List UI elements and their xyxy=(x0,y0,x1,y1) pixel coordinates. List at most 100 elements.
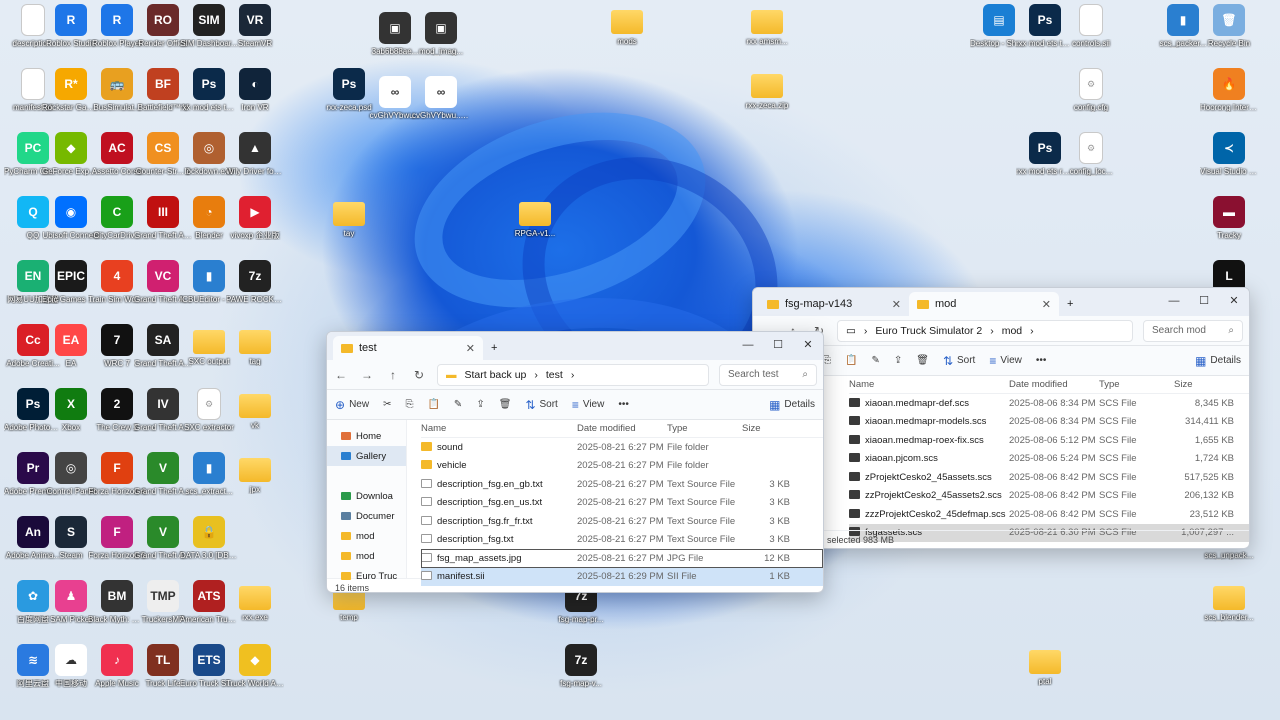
sidebar-item[interactable]: Downloa xyxy=(327,486,406,506)
paste-icon[interactable]: 📋 xyxy=(845,355,857,366)
breadcrumb-item[interactable]: Start back up xyxy=(465,369,527,381)
sidebar-item[interactable]: mod xyxy=(327,526,406,546)
desktop-icon[interactable]: ≺ Visual Studio Code xyxy=(1200,132,1258,176)
desktop-icon[interactable]: RPGA-v1... xyxy=(506,196,564,238)
search-input[interactable]: Search test ⌕ xyxy=(719,363,817,386)
new-button[interactable]: ⊕ New xyxy=(335,398,369,412)
table-row[interactable]: xiaoan.medmap-roex-fix.scs 2025-08-06 5:1… xyxy=(849,431,1249,450)
breadcrumb[interactable]: ▬ Start back up › test › xyxy=(437,363,709,386)
table-row[interactable]: description_fsg.fr_fr.txt 2025-08-21 6:27… xyxy=(421,512,823,531)
close-tab-icon[interactable]: ✕ xyxy=(892,298,901,311)
rename-icon[interactable]: ✎ xyxy=(871,355,879,366)
column-header-size[interactable]: Size xyxy=(742,423,790,434)
desktop-icon[interactable]: ▶ vivoxp 企业版 xyxy=(226,196,284,240)
minimize-button[interactable]: — xyxy=(1159,288,1189,316)
view-button[interactable]: ≡ View xyxy=(572,398,605,412)
desktop-icon[interactable]: 🗑 Recycle Bin xyxy=(1200,4,1258,48)
tab-test[interactable]: test ✕ xyxy=(333,336,483,360)
copy-icon[interactable]: ⎘ xyxy=(823,355,831,366)
breadcrumb[interactable]: ▭ › Euro Truck Simulator 2 › mod › xyxy=(837,319,1133,342)
desktop-icon[interactable]: vk xyxy=(226,388,284,430)
column-header-size[interactable]: Size xyxy=(1174,379,1234,390)
breadcrumb-item[interactable]: test xyxy=(546,369,563,381)
delete-icon[interactable]: 🗑 xyxy=(499,399,512,410)
explorer-window-mod[interactable]: fsg-map-v143 ✕ mod ✕ + — ☐ ✕ ← ↑ ↻ ▭ › E… xyxy=(752,287,1250,549)
table-row[interactable]: xiaoan.pjcom.scs 2025-08-06 5:24 PM SCS Fi… xyxy=(849,450,1249,469)
column-header-date[interactable]: Date modified xyxy=(577,423,667,434)
search-input[interactable]: Search mod ⌕ xyxy=(1143,319,1243,342)
table-row[interactable]: sound 2025-08-21 6:27 PM File folder xyxy=(421,438,823,457)
desktop-icon[interactable]: ⚙ config_loc... xyxy=(1062,132,1120,176)
new-tab-button[interactable]: + xyxy=(483,336,505,360)
share-icon[interactable]: ⇪ xyxy=(476,399,484,410)
desktop-icon[interactable]: VR SteamVR xyxy=(226,4,284,48)
sidebar-item[interactable]: Home xyxy=(327,426,406,446)
table-row[interactable]: xiaoan.medmapr-def.scs 2025-08-06 8:34 PM… xyxy=(849,394,1249,413)
paste-icon[interactable]: 📋 xyxy=(427,399,439,410)
table-row[interactable]: fsg_map_assets.jpg 2025-08-21 6:27 PM JPG … xyxy=(421,549,823,568)
column-header-type[interactable]: Type xyxy=(667,423,742,434)
desktop-icon[interactable]: tay xyxy=(320,196,378,238)
minimize-button[interactable]: — xyxy=(733,332,763,360)
maximize-button[interactable]: ☐ xyxy=(1189,288,1219,316)
table-row[interactable]: vehicle 2025-08-21 6:27 PM File folder xyxy=(421,457,823,476)
details-button[interactable]: ▦ Details xyxy=(769,398,815,412)
desktop-icon[interactable]: rxx amsm... xyxy=(738,4,796,46)
rename-icon[interactable]: ✎ xyxy=(454,399,462,410)
share-icon[interactable]: ⇪ xyxy=(894,355,902,366)
desktop-icon[interactable]: rxx-zeca.zip xyxy=(738,68,796,110)
table-row[interactable]: description_fsg.en_us.txt 2025-08-21 6:27… xyxy=(421,494,823,513)
table-row[interactable]: description_fsg.en_gb.txt 2025-08-21 6:27… xyxy=(421,475,823,494)
details-button[interactable]: ▦ Details xyxy=(1195,354,1241,368)
column-header-name[interactable]: Name xyxy=(849,379,1009,390)
table-row[interactable]: zzzProjektCesko2_45defmap.scs 2025-08-06 … xyxy=(849,505,1249,524)
sidebar-item[interactable]: Gallery xyxy=(327,446,406,466)
desktop-icon[interactable]: jpx xyxy=(226,452,284,494)
back-arrow-icon[interactable]: ← xyxy=(333,368,349,382)
cut-icon[interactable]: ✂ xyxy=(383,399,391,410)
desktop-icon[interactable]: rxx.exe xyxy=(226,580,284,622)
delete-icon[interactable]: 🗑 xyxy=(916,355,929,366)
desktop-icon[interactable]: mods xyxy=(598,4,656,46)
desktop-icon[interactable]: scs_blender... xyxy=(1200,580,1258,622)
desktop-icon[interactable]: ptal xyxy=(1016,644,1074,686)
forward-arrow-icon[interactable]: → xyxy=(359,368,375,382)
desktop-icon[interactable]: controls.sii xyxy=(1062,4,1120,48)
column-header-name[interactable]: Name xyxy=(421,423,577,434)
table-row[interactable]: zzProjektCesko2_45assets2.scs 2025-08-06 … xyxy=(849,487,1249,506)
close-button[interactable]: ✕ xyxy=(1219,288,1249,316)
desktop-icon[interactable]: 7z fsg-map-v... xyxy=(552,644,610,688)
breadcrumb-item[interactable]: mod xyxy=(1002,325,1022,337)
close-tab-icon[interactable]: ✕ xyxy=(1042,298,1051,311)
desktop-icon[interactable]: 🔥 Hoorong Interna... xyxy=(1200,68,1258,112)
desktop-icon[interactable]: ∞ cvGhVYbwu... - Copy.png xyxy=(412,76,470,120)
sidebar-item[interactable]: Documer xyxy=(327,506,406,526)
breadcrumb-item[interactable]: Euro Truck Simulator 2 xyxy=(875,325,982,337)
table-row[interactable]: xiaoan.medmapr-models.scs 2025-08-06 8:34… xyxy=(849,413,1249,432)
tab-fsg-map[interactable]: fsg-map-v143 ✕ xyxy=(759,292,909,316)
desktop-icon[interactable]: ▬ Tracky xyxy=(1200,196,1258,240)
desktop-icon[interactable]: 🔒 DATA 3.0 [DBT] Scale xyxy=(180,516,238,560)
tab-mod[interactable]: mod ✕ xyxy=(909,292,1059,316)
desktop-icon[interactable]: 7z PAWE ROCK RCcc xyxy=(226,260,284,304)
more-options-icon[interactable]: ••• xyxy=(618,399,629,410)
close-button[interactable]: ✕ xyxy=(793,332,823,360)
more-options-icon[interactable]: ••• xyxy=(1036,355,1047,366)
up-arrow-icon[interactable]: ↑ xyxy=(385,368,401,382)
sort-button[interactable]: ⇅ Sort xyxy=(943,354,975,368)
table-row[interactable]: manifest.sii 2025-08-21 6:29 PM SII File 1 … xyxy=(421,567,823,586)
column-header-date[interactable]: Date modified xyxy=(1009,379,1099,390)
table-row[interactable]: description_fsg.txt 2025-08-21 6:27 PM Tex… xyxy=(421,531,823,550)
sidebar-item[interactable]: mod xyxy=(327,546,406,566)
desktop-icon[interactable]: ▣ mod_imag... xyxy=(412,12,470,56)
desktop-icon[interactable]: tag xyxy=(226,324,284,366)
close-tab-icon[interactable]: ✕ xyxy=(466,342,475,355)
sort-button[interactable]: ⇅ Sort xyxy=(525,398,557,412)
view-button[interactable]: ≡ View xyxy=(989,354,1022,368)
new-tab-button[interactable]: + xyxy=(1059,292,1081,316)
column-header-type[interactable]: Type xyxy=(1099,379,1174,390)
desktop-icon[interactable]: ▲ Wily Driver for SteamVR xyxy=(226,132,284,176)
desktop-icon[interactable]: ⚙ config.cfg xyxy=(1062,68,1120,112)
copy-icon[interactable]: ⎘ xyxy=(405,399,413,410)
explorer-window-test[interactable]: test ✕ + — ☐ ✕ ← → ↑ ↻ ▬ Start back up ›… xyxy=(326,331,824,593)
